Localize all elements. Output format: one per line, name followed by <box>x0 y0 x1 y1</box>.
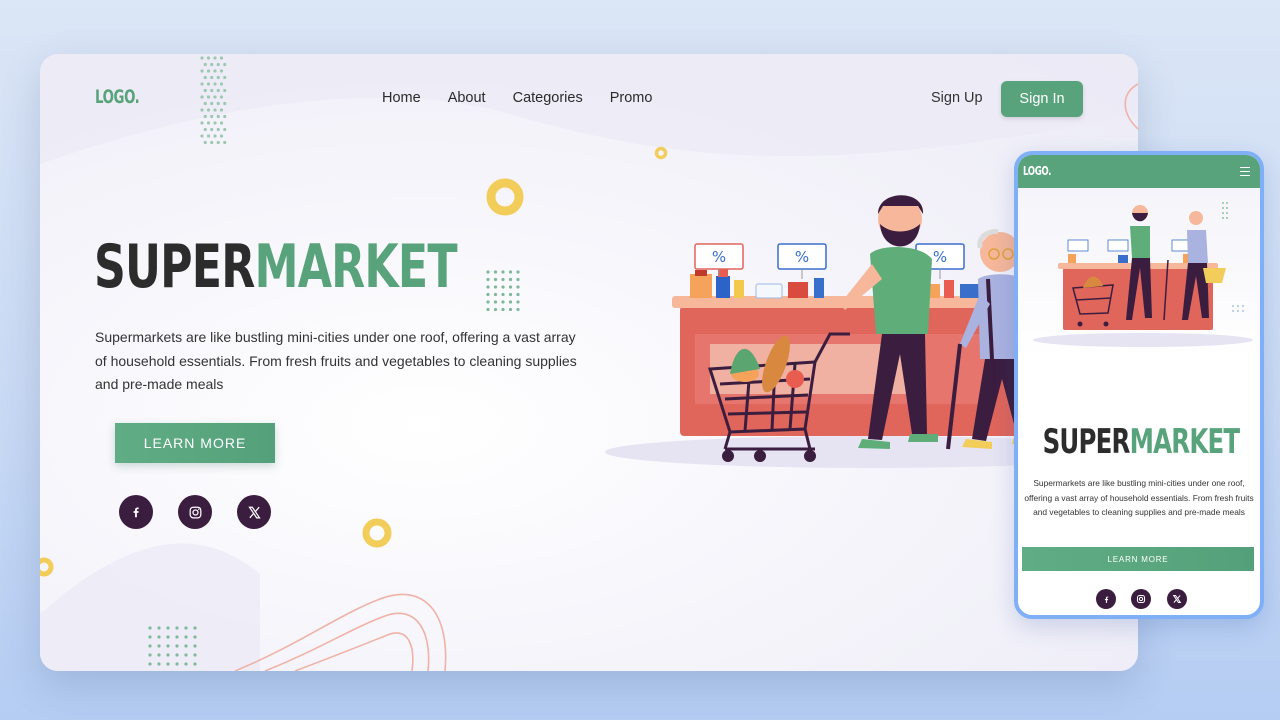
mobile-preview: LOGO. SUPERMARKET Supermarkets are like … <box>1014 151 1264 619</box>
mobile-illustration-area <box>1018 188 1260 358</box>
hero-title-part1: SUPER <box>94 232 255 302</box>
facebook-icon[interactable] <box>119 495 153 529</box>
discount-sign-3: % <box>933 248 947 266</box>
mobile-header <box>1018 155 1260 188</box>
nav-promo[interactable]: Promo <box>610 90 653 106</box>
main-nav: Home About Categories Promo <box>382 90 652 106</box>
hero-title: SUPERMARKET <box>94 237 458 297</box>
hamburger-icon[interactable] <box>1240 167 1250 176</box>
mobile-shopping-illustration <box>1033 202 1253 347</box>
mobile-logo[interactable]: LOGO. <box>1023 164 1051 178</box>
mobile-hero-title-part2: MARKET <box>1129 422 1241 462</box>
sign-up-link[interactable]: Sign Up <box>931 90 983 106</box>
nav-about[interactable]: About <box>448 90 486 106</box>
mobile-learn-more-button[interactable]: LEARN MORE <box>1022 547 1254 571</box>
logo[interactable]: LOGO. <box>95 86 140 108</box>
desktop-preview: LOGO. Home About Categories Promo Sign U… <box>40 54 1138 671</box>
mobile-hero-description: Supermarkets are like bustling mini-citi… <box>1024 478 1254 517</box>
instagram-icon[interactable] <box>178 495 212 529</box>
mobile-hero-title: SUPERMARKET <box>1018 425 1260 459</box>
hero-title-part2: MARKET <box>254 232 457 302</box>
mobile-hero-title-part1: SUPER <box>1042 422 1131 462</box>
learn-more-button[interactable]: LEARN MORE <box>115 423 275 463</box>
discount-sign-2: % <box>795 248 809 266</box>
sign-in-button[interactable]: Sign In <box>1001 81 1083 117</box>
x-icon[interactable] <box>237 495 271 529</box>
mobile-x-icon[interactable] <box>1167 589 1187 609</box>
nav-categories[interactable]: Categories <box>513 90 583 106</box>
nav-home[interactable]: Home <box>382 90 421 106</box>
mobile-instagram-icon[interactable] <box>1131 589 1151 609</box>
mobile-facebook-icon[interactable] <box>1096 589 1116 609</box>
discount-sign-1: % <box>712 248 726 266</box>
hero-description: Supermarkets are like bustling mini-citi… <box>95 329 577 392</box>
